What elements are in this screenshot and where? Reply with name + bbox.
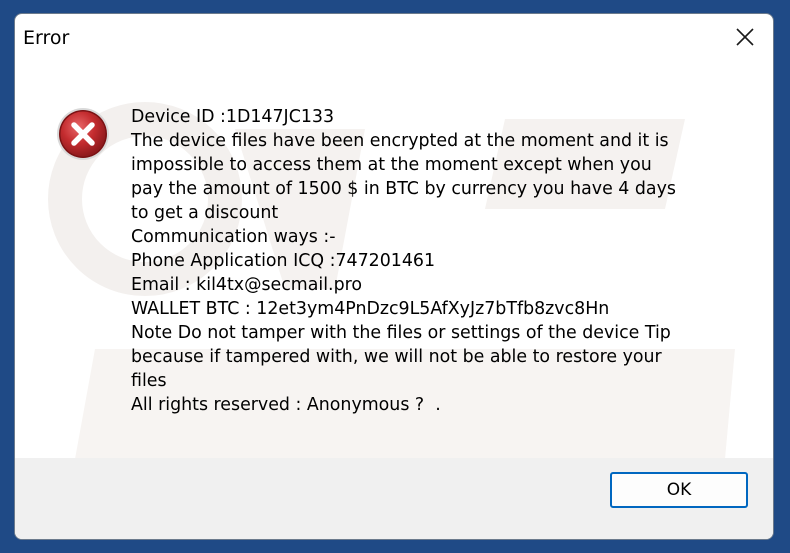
title-bar[interactable]: Error — [15, 14, 773, 64]
message-line: because if tampered with, we will not be… — [131, 347, 662, 367]
window-title: Error — [23, 27, 70, 49]
message-line: Device ID :1D147JC133 — [131, 107, 335, 127]
ok-button[interactable]: OK — [610, 472, 748, 508]
message-line: to get a discount — [131, 203, 279, 223]
message-line: files — [131, 371, 167, 391]
error-icon — [55, 106, 111, 162]
message-text: Device ID :1D147JC133 The device files h… — [131, 105, 761, 417]
close-icon — [736, 28, 754, 46]
message-line: Email : kil4tx@secmail.pro — [131, 275, 363, 295]
message-line: The device files have been encrypted at … — [131, 131, 669, 151]
message-line: Phone Application ICQ :747201461 — [131, 251, 436, 271]
message-line: All rights reserved : Anonymous ? . — [131, 395, 441, 415]
message-line: pay the amount of 1500 $ in BTC by curre… — [131, 179, 676, 199]
close-button[interactable] — [717, 14, 773, 60]
message-line: Note Do not tamper with the files or set… — [131, 323, 671, 343]
button-bar: OK — [15, 458, 773, 539]
message-line: impossible to access them at the moment … — [131, 155, 652, 175]
error-dialog: Error Device ID:1D147JC133 The device f… — [14, 13, 774, 540]
message-line: Communication ways :- — [131, 227, 336, 247]
message-line: WALLET BTC : 12et3ym4PnDzc9L5AfXyJz7bTfb… — [131, 299, 610, 319]
